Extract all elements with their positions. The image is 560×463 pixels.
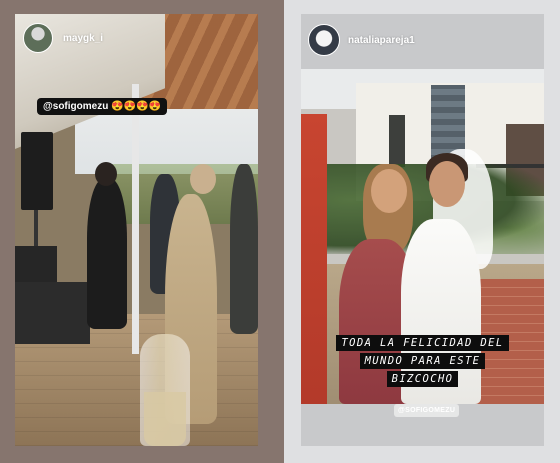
mention-tag[interactable]: @SOFIGOMEZU bbox=[394, 404, 460, 417]
avatar[interactable] bbox=[23, 23, 53, 53]
photographer-head bbox=[95, 162, 117, 186]
speaker bbox=[21, 132, 53, 210]
awning-pole bbox=[132, 84, 139, 354]
story-header-right[interactable]: nataliapareja1 bbox=[308, 23, 415, 57]
heart-eyes-emoji-icon: 😍😍😍😍 bbox=[111, 101, 161, 112]
window bbox=[389, 115, 405, 167]
story-header-left[interactable]: maygk_i bbox=[23, 21, 103, 55]
caption-line: MUNDO PARA ESTE bbox=[359, 353, 486, 369]
username[interactable]: nataliapareja1 bbox=[348, 35, 415, 46]
speaker-stand bbox=[34, 210, 38, 250]
story-right[interactable]: TODA LA FELICIDAD DEL MUNDO PARA ESTE BI… bbox=[301, 14, 544, 446]
mention-sticker[interactable]: @sofigomezu 😍😍😍😍 bbox=[37, 98, 167, 115]
avatar[interactable] bbox=[308, 24, 340, 56]
caption-line: BIZCOCHO bbox=[386, 371, 459, 387]
photographer-figure bbox=[87, 179, 127, 329]
bride-head bbox=[429, 161, 465, 207]
username[interactable]: maygk_i bbox=[63, 33, 103, 44]
woman-head bbox=[190, 164, 216, 194]
story-left-photo[interactable]: @sofigomezu 😍😍😍😍 bbox=[15, 14, 258, 446]
amplifier-stack bbox=[15, 282, 90, 344]
woman-head bbox=[371, 169, 407, 213]
caption-line: TODA LA FELICIDAD DEL bbox=[336, 335, 509, 351]
story-caption: TODA LA FELICIDAD DEL MUNDO PARA ESTE BI… bbox=[301, 335, 544, 387]
mention-sticker-text: @sofigomezu bbox=[43, 101, 109, 112]
guest-figure bbox=[230, 164, 258, 334]
champagne-liquid bbox=[144, 392, 186, 446]
